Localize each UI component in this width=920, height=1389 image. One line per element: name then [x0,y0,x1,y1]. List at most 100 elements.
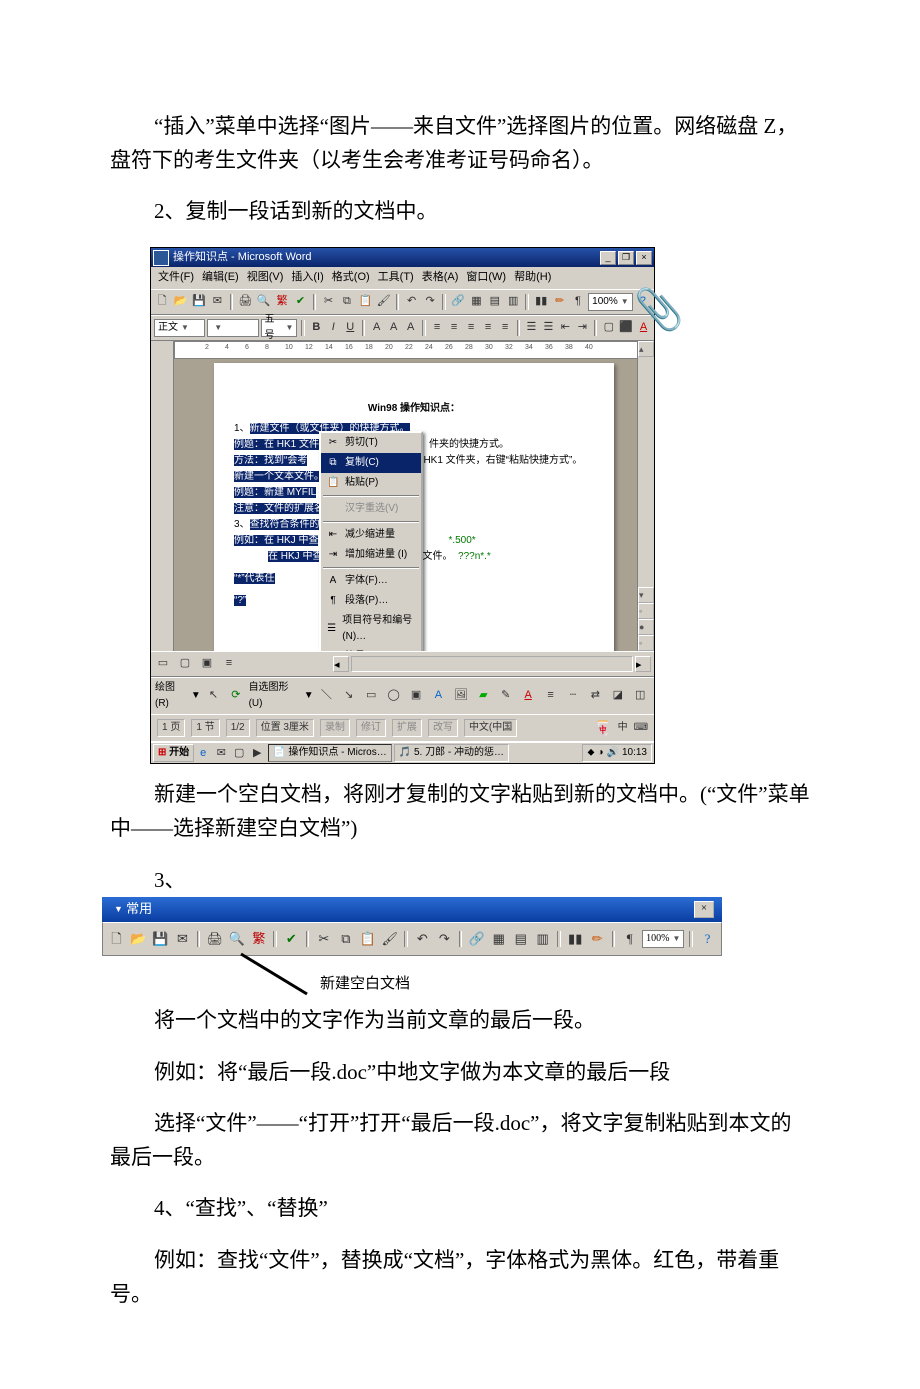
style-select[interactable]: 正文▼ [154,319,205,337]
ctx-symbols[interactable]: 符号(S)… [321,647,421,651]
print-icon[interactable]: 🖨 [237,292,253,312]
ctx-font[interactable]: A字体(F)… [321,571,421,591]
menu-edit[interactable]: 编辑(E) [199,269,242,287]
preview-icon[interactable]: 🔍 [256,292,272,312]
start-button[interactable]: ⊞ 开始 [153,744,194,762]
scroll-down-icon[interactable]: ▾ [638,587,654,603]
align-left-icon[interactable]: ≡ [430,318,445,338]
toolbar-title[interactable]: ▼ 常用 × [102,897,722,922]
menu-table[interactable]: 表格(A) [419,269,462,287]
browse-object-icon[interactable]: ● [638,619,654,635]
system-tray[interactable]: ⬥ ◑ 🔊 10:13 [582,744,652,762]
redo-icon[interactable]: ↷ [435,927,454,951]
underline-icon[interactable]: U [343,318,358,338]
textbox-icon[interactable]: ▣ [406,686,425,706]
task-word[interactable]: 📄 操作知识点 - Micros… [268,744,392,762]
save-icon[interactable]: 💾 [191,292,207,312]
print-icon[interactable]: 🖨 [205,927,224,951]
save-icon[interactable]: 💾 [151,927,170,951]
quick-oe-icon[interactable]: ✉ [212,744,230,762]
char-shading-icon[interactable]: A [403,318,418,338]
table-grid-icon[interactable]: ▦ [489,927,508,951]
open-icon[interactable]: 📂 [172,292,188,312]
drawing-icon[interactable]: ✏ [588,927,607,951]
select-arrow-icon[interactable]: ↖ [204,686,223,706]
drawing-icon[interactable]: ✏ [551,292,567,312]
link-icon[interactable]: 🔗 [450,292,466,312]
normal-view-icon[interactable]: ▭ [153,654,173,674]
map-icon[interactable]: ¶ [620,927,639,951]
insert-table-icon[interactable]: ▤ [511,927,530,951]
bullets-icon[interactable]: ☰ [541,318,556,338]
new-icon[interactable]: 🗋 [107,927,126,951]
line-color-icon[interactable]: ✎ [496,686,515,706]
help-icon[interactable]: ? [698,927,717,951]
3d-icon[interactable]: ◫ [631,686,650,706]
menu-format[interactable]: 格式(O) [329,269,373,287]
cut-icon[interactable]: ✂ [314,927,333,951]
shadow-icon[interactable]: ◪ [608,686,627,706]
draw-menu[interactable]: 绘图(R) [155,680,188,712]
ctx-paste[interactable]: 📋粘贴(P) [321,473,421,493]
maximize-button[interactable]: ❐ [618,251,634,265]
new-icon[interactable]: 🗋 [154,292,170,312]
undo-icon[interactable]: ↶ [403,292,419,312]
ctx-inc-indent[interactable]: ⇥增加缩进量 (I) [321,545,421,565]
open-icon[interactable]: 📂 [129,927,148,951]
columns-icon[interactable]: ▮▮ [566,927,585,951]
ime-status-icon[interactable]: 中 [618,720,628,736]
char-border-icon[interactable]: A [386,318,401,338]
tray-icon[interactable]: ⬥ [587,745,594,761]
autoshape-menu[interactable]: 自选图形(U) [249,680,301,712]
excel-icon[interactable]: ▥ [533,927,552,951]
ctx-paragraph[interactable]: ¶段落(P)… [321,591,421,611]
line-style-icon[interactable]: ≡ [541,686,560,706]
redo-icon[interactable]: ↷ [422,292,438,312]
justify-icon[interactable]: ≡ [481,318,496,338]
ctx-list[interactable]: ☰项目符号和编号(N)… [321,611,421,647]
menu-window[interactable]: 窗口(W) [463,269,509,287]
t2s-icon[interactable]: 繁 [274,292,290,312]
copy-icon[interactable]: ⧉ [339,292,355,312]
char-scale-icon[interactable]: A [369,318,384,338]
font-color2-icon[interactable]: A [518,686,537,706]
link-icon[interactable]: 🔗 [467,927,486,951]
table-grid-icon[interactable]: ▦ [468,292,484,312]
menu-file[interactable]: 文件(F) [155,269,197,287]
highlight-icon[interactable]: ⬛ [618,318,634,338]
mail-icon[interactable]: ✉ [173,927,192,951]
numbering-icon[interactable]: ☰ [524,318,539,338]
fill-color-icon[interactable]: ▰ [474,686,493,706]
excel-icon[interactable]: ▥ [505,292,521,312]
task-player[interactable]: 🎵 5. 刀郎 - 冲动的惩… [394,744,509,762]
format-painter-icon[interactable]: 🖌 [380,927,399,951]
ctx-cut[interactable]: ✂剪切(T) [321,433,421,453]
clipart-icon[interactable]: 🖼 [451,686,470,706]
volume-icon[interactable]: 🔊 [607,745,619,761]
italic-icon[interactable]: I [326,318,341,338]
scroll-right-icon[interactable]: ▸ [635,656,651,672]
menu-tools[interactable]: 工具(T) [375,269,417,287]
outline-view-icon[interactable]: ≡ [219,654,239,674]
arrow-icon[interactable]: ↘ [339,686,358,706]
ime-icon[interactable]: 🀄 [594,717,611,739]
t2s-icon[interactable]: 繁 [249,927,268,951]
menu-view[interactable]: 视图(V) [244,269,287,287]
undo-icon[interactable]: ↶ [413,927,432,951]
font-select[interactable]: ▼ [207,319,258,337]
paste-icon[interactable]: 📋 [358,927,377,951]
align-right-icon[interactable]: ≡ [464,318,479,338]
context-menu[interactable]: ✂剪切(T) ⧉复制(C) 📋粘贴(P) 汉字重选(V) ⇤减少缩进量 ⇥增加缩… [319,431,423,651]
quick-ie-icon[interactable]: e [194,744,212,762]
format-painter-icon[interactable]: 🖌 [375,292,391,312]
spell-icon[interactable]: ✔ [282,927,301,951]
cut-icon[interactable]: ✂ [320,292,336,312]
spell-icon[interactable]: ✔ [292,292,308,312]
wordart-icon[interactable]: A [429,686,448,706]
print-view-icon[interactable]: ▣ [197,654,217,674]
scroll-left-icon[interactable]: ◂ [333,656,349,672]
map-icon[interactable]: ¶ [570,292,586,312]
bold-icon[interactable]: B [309,318,324,338]
minimize-button[interactable]: _ [600,251,616,265]
quick-desktop-icon[interactable]: ▢ [230,744,248,762]
